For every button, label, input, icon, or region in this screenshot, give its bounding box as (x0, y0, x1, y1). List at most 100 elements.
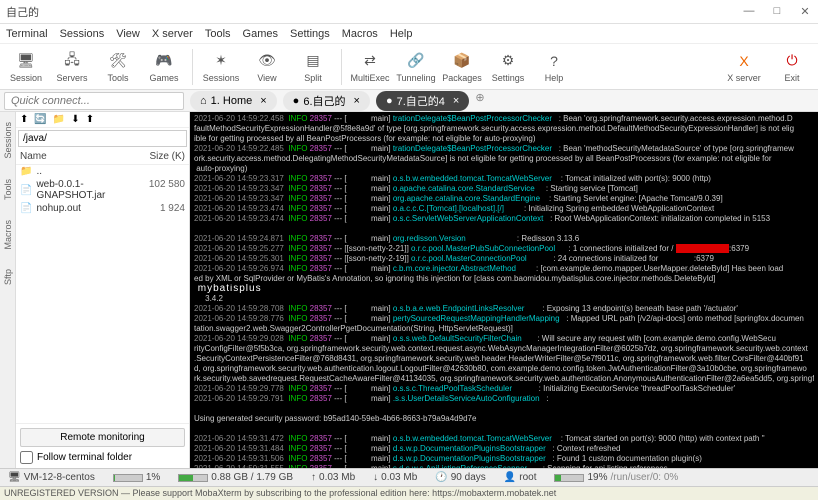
terminal-line: rityConfigFilter@5f5b3ca, org.springfram… (194, 344, 814, 354)
side-tab-sessions[interactable]: Sessions (3, 122, 13, 159)
file-row[interactable]: 📄nohup.out1 924 (16, 202, 189, 215)
toolbar-packages[interactable]: 📦Packages (442, 51, 482, 83)
tab-icon: ● (386, 95, 393, 107)
terminal-line: 2021-06-20 14:59:31.555 INFO 28357 --- [… (194, 464, 814, 468)
menu-terminal[interactable]: Terminal (6, 28, 48, 40)
exit-icon: ⏻ (782, 51, 802, 71)
toolbar-view[interactable]: 👁View (247, 51, 287, 83)
menu-sessions[interactable]: Sessions (60, 28, 105, 40)
tab-close-icon[interactable]: × (453, 95, 459, 107)
upload-icon[interactable]: ⬆ (86, 114, 94, 125)
menu-tools[interactable]: Tools (205, 28, 231, 40)
file-row[interactable]: 📁.. (16, 165, 189, 178)
new-folder-icon[interactable]: 📁 (53, 114, 65, 125)
menu-macros[interactable]: Macros (342, 28, 378, 40)
status-segment: 19% /run/user/0: 0% (550, 472, 682, 483)
terminal-line: ork.security.access.method.DelegatingMet… (194, 154, 814, 164)
status-segment: ↑0.03 Mb (307, 472, 359, 483)
minimize-icon[interactable]: — (742, 5, 756, 18)
terminal-line: .SecurityContextPersistenceFilter@768d84… (194, 354, 814, 364)
tab-icon: ⌂ (200, 95, 207, 107)
file-list: 📁..📄web-0.0.1-GNAPSHOT.jar102 580📄nohup.… (16, 165, 189, 423)
toolbar-exit[interactable]: ⏻Exit (772, 51, 812, 83)
file-icon: 📄 (20, 185, 32, 196)
terminal-line: 2021-06-20 14:59:29.791 INFO 28357 --- [… (194, 394, 814, 404)
sftp-sidebar: ⬆ 🔄 📁 ⬇ ⬆ Name Size (K) 📁..📄web-0.0.1-GN… (16, 112, 190, 468)
toolbar-tools[interactable]: 🛠Tools (98, 51, 138, 83)
remote-monitoring-button[interactable]: Remote monitoring (20, 428, 185, 447)
packages-icon: 📦 (452, 51, 472, 71)
toolbar-session[interactable]: 🖥Session (6, 51, 46, 83)
side-tab-sftp[interactable]: Sftp (3, 269, 13, 285)
terminal-line: 2021-06-20 14:59:22.458 INFO 28357 --- [… (194, 114, 814, 124)
toolbar-x-server[interactable]: XX server (724, 51, 764, 83)
status-segment: ↓0.03 Mb (369, 472, 421, 483)
x server-icon: X (734, 51, 754, 71)
session-tab[interactable]: ●6.自己的× (283, 91, 370, 111)
terminal-line: 2021-06-20 14:59:23.347 INFO 28357 --- [… (194, 194, 814, 204)
tab-close-icon[interactable]: × (260, 95, 266, 107)
side-tab-macros[interactable]: Macros (3, 220, 13, 250)
terminal-line: 2021-06-20 14:59:28.776 INFO 28357 --- [… (194, 314, 814, 324)
terminal-line (194, 424, 814, 434)
menu-games[interactable]: Games (243, 28, 278, 40)
terminal-line: auto-proxying) (194, 164, 814, 174)
tunneling-icon: 🔗 (406, 51, 426, 71)
status-icon: ↓ (373, 472, 378, 483)
status-icon: ↑ (311, 472, 316, 483)
terminal-line: 2021-06-20 14:59:23.474 INFO 28357 --- [… (194, 214, 814, 224)
tab-close-icon[interactable]: × (354, 95, 360, 107)
toolbar-help[interactable]: ?Help (534, 51, 574, 83)
session-icon: 🖥 (16, 51, 36, 71)
file-icon: 📄 (20, 203, 32, 214)
file-icon: 📁 (20, 166, 32, 177)
nav-up-icon[interactable]: ⬆ (20, 114, 28, 125)
terminal-line: 2021-06-20 14:59:31.472 INFO 28357 --- [… (194, 434, 814, 444)
servers-icon: 🖧 (62, 51, 82, 71)
toolbar-sessions[interactable]: ✶Sessions (201, 51, 241, 83)
terminal-line: ed by XML or SqlProvider or MyBatis's An… (194, 274, 814, 284)
terminal[interactable]: 2021-06-20 14:59:22.458 INFO 28357 --- [… (190, 112, 818, 468)
terminal-line: 2021-06-20 14:59:28.708 INFO 28357 --- [… (194, 304, 814, 314)
menu-settings[interactable]: Settings (290, 28, 330, 40)
titlebar: 自己的 — □ ✕ (0, 0, 818, 24)
follow-label: Follow terminal folder (37, 452, 132, 463)
download-icon[interactable]: ⬇ (71, 114, 79, 125)
quick-connect-input[interactable] (4, 92, 184, 110)
window-title: 自己的 (6, 4, 39, 20)
terminal-line: 3.4.2 (194, 294, 814, 304)
tab-icon: ● (293, 95, 300, 107)
side-tab-tools[interactable]: Tools (3, 179, 13, 200)
session-tab[interactable]: ●7.自己的4× (376, 91, 469, 111)
quick-bar: ⌂1. Home× ●6.自己的× ●7.自己的4× ⊕ (0, 90, 818, 112)
toolbar-tunneling[interactable]: 🔗Tunneling (396, 51, 436, 83)
terminal-line: 2021-06-20 14:59:25.277 INFO 28357 --- [… (194, 244, 814, 254)
refresh-icon[interactable]: 🔄 (34, 114, 46, 125)
maximize-icon[interactable]: □ (770, 5, 784, 18)
terminal-line: tation.swagger2.web.Swagger2ControllerPg… (194, 324, 814, 334)
session-tab[interactable]: ⌂1. Home× (190, 91, 277, 111)
menu-x-server[interactable]: X server (152, 28, 193, 40)
menu-view[interactable]: View (116, 28, 140, 40)
split-icon: ▤ (303, 51, 323, 71)
col-name[interactable]: Name (20, 151, 141, 162)
path-input[interactable] (18, 130, 187, 147)
toolbar-settings[interactable]: ⚙Settings (488, 51, 528, 83)
toolbar-games[interactable]: 🎮Games (144, 51, 184, 83)
col-size[interactable]: Size (K) (141, 151, 185, 162)
close-icon[interactable]: ✕ (798, 5, 812, 18)
status-host: 🖥 VM-12-8-centos (4, 472, 99, 483)
games-icon: 🎮 (154, 51, 174, 71)
toolbar-servers[interactable]: 🖧Servers (52, 51, 92, 83)
follow-checkbox[interactable] (20, 451, 33, 464)
menu-help[interactable]: Help (390, 28, 413, 40)
terminal-line (194, 224, 814, 234)
toolbar-split[interactable]: ▤Split (293, 51, 333, 83)
toolbar-multiexec[interactable]: ⇄MultiExec (350, 51, 390, 83)
follow-terminal-checkbox[interactable]: Follow terminal folder (20, 451, 185, 464)
tools-icon: 🛠 (108, 51, 128, 71)
unregistered-banner: UNREGISTERED VERSION — Please support Mo… (0, 486, 818, 500)
new-tab-button[interactable]: ⊕ (475, 91, 484, 111)
terminal-line: 2021-06-20 14:59:23.347 INFO 28357 --- [… (194, 184, 814, 194)
file-row[interactable]: 📄web-0.0.1-GNAPSHOT.jar102 580 (16, 178, 189, 202)
